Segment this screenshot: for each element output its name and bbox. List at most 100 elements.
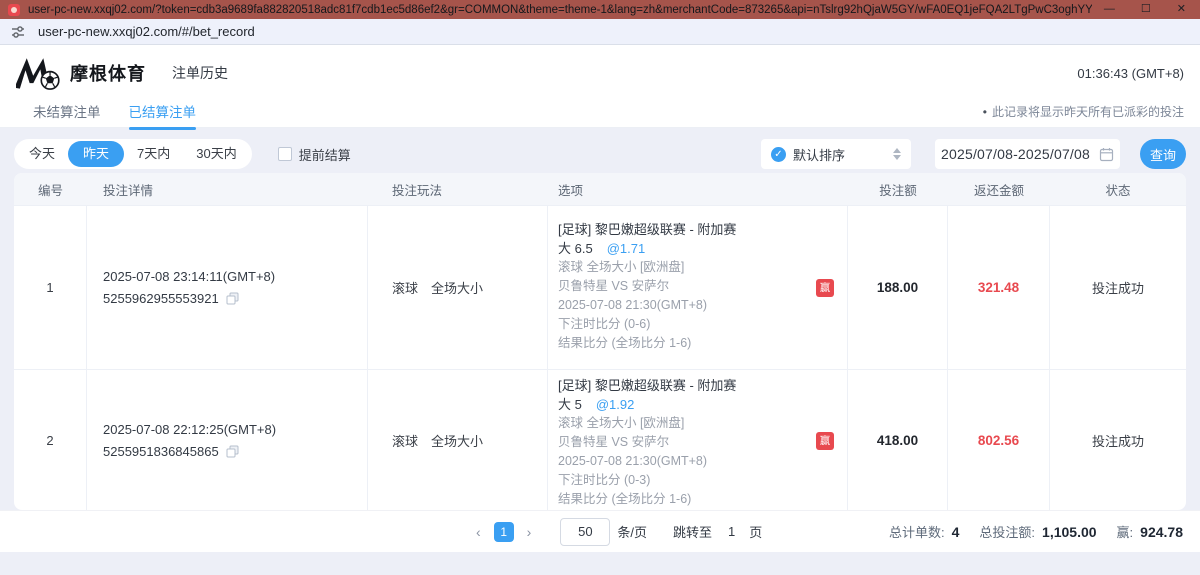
selection-market: 滚球 全场大小 [欧洲盘]	[558, 414, 684, 433]
copy-icon[interactable]	[226, 445, 239, 458]
selection-match: 贝鲁特星 VS 安萨尔	[558, 277, 669, 296]
range-7days-button[interactable]: 7天内	[124, 141, 183, 167]
cell-payout: 802.56	[948, 370, 1050, 510]
notice-text: 此记录将显示昨天所有已派彩的投注	[992, 105, 1184, 119]
browser-address-bar[interactable]: user-pc-new.xxqj02.com/#/bet_record	[0, 19, 1200, 45]
maximize-button[interactable]: ☐	[1141, 0, 1151, 19]
site-settings-icon[interactable]	[10, 24, 26, 40]
minimize-button[interactable]: —	[1104, 0, 1115, 19]
total-count-value: 4	[952, 524, 960, 540]
range-today-button[interactable]: 今天	[16, 141, 68, 167]
filter-bar: 今天 昨天 7天内 30天内 提前结算 ✓ 默认排序 2025/07/08-20…	[14, 139, 1186, 169]
brand-logo-icon	[16, 55, 62, 91]
range-30days-button[interactable]: 30天内	[183, 141, 249, 167]
per-page-label: 条/页	[617, 522, 647, 541]
record-notice: • 此记录将显示昨天所有已派彩的投注	[983, 101, 1184, 120]
sort-selected-label: 默认排序	[793, 145, 893, 164]
bet-time: 2025-07-08 23:14:11(GMT+8)	[103, 266, 275, 288]
selection-pick: 大 6.5	[558, 241, 593, 256]
summary-totals: 总计单数: 4 总投注额: 1,105.00 赢: 924.78	[889, 522, 1200, 541]
table-header-row: 编号 投注详情 投注玩法 选项 投注额 返还金额 状态	[14, 173, 1186, 205]
cell-stake: 188.00	[848, 206, 948, 369]
selection-match-time: 2025-07-08 21:30(GMT+8)	[558, 452, 707, 471]
win-badge: 赢	[816, 279, 834, 297]
cell-selection: [足球] 黎巴嫩超级联赛 - 附加赛 大 5 @1.92 滚球 全场大小 [欧洲盘…	[548, 370, 848, 510]
clock: 01:36:43 (GMT+8)	[1077, 66, 1184, 81]
selection-league: [足球] 黎巴嫩超级联赛 - 附加赛	[558, 376, 736, 395]
window-titlebar: user-pc-new.xxqj02.com/?token=cdb3a9689f…	[0, 0, 1200, 19]
cell-no: 2	[14, 370, 87, 510]
bet-id: 5255951836845865	[103, 441, 219, 463]
cell-payout: 321.48	[948, 206, 1050, 369]
col-header-payout: 返还金额	[948, 173, 1050, 205]
early-settlement-checkbox[interactable]	[278, 147, 292, 161]
col-header-play: 投注玩法	[368, 173, 548, 205]
site-favicon-icon	[8, 4, 20, 16]
cell-stake: 418.00	[848, 370, 948, 510]
cell-no: 1	[14, 206, 87, 369]
selection-market: 滚球 全场大小 [欧洲盘]	[558, 258, 684, 277]
table-row: 1 2025-07-08 23:14:11(GMT+8) 52559629555…	[14, 205, 1186, 369]
url-text[interactable]: user-pc-new.xxqj02.com/#/bet_record	[38, 24, 255, 39]
sort-carets-icon	[893, 148, 901, 160]
copy-icon[interactable]	[226, 292, 239, 305]
cell-play-type: 滚球 全场大小	[368, 370, 548, 510]
notice-bullet: •	[983, 105, 987, 119]
total-win-label: 赢:	[1117, 522, 1134, 541]
page-title: 注单历史	[172, 63, 228, 83]
col-header-detail: 投注详情	[87, 173, 368, 205]
total-count-label: 总计单数:	[889, 522, 945, 541]
range-yesterday-button[interactable]: 昨天	[68, 141, 124, 167]
app-header: 摩根体育 注单历史 01:36:43 (GMT+8)	[0, 45, 1200, 101]
tabs-row: 未结算注单 已结算注单 • 此记录将显示昨天所有已派彩的投注	[0, 101, 1200, 128]
col-header-status: 状态	[1050, 173, 1186, 205]
selection-league: [足球] 黎巴嫩超级联赛 - 附加赛	[558, 220, 736, 239]
window-title: user-pc-new.xxqj02.com/?token=cdb3a9689f…	[28, 4, 1092, 16]
close-button[interactable]: ✕	[1177, 0, 1186, 19]
search-button[interactable]: 查询	[1140, 139, 1186, 169]
current-page-button[interactable]: 1	[494, 522, 514, 542]
cell-status: 投注成功	[1050, 370, 1186, 510]
date-range-picker[interactable]: 2025/07/08-2025/07/08	[935, 139, 1120, 169]
selection-live-score: 下注时比分 (0-3)	[558, 471, 650, 490]
bet-record-table: 编号 投注详情 投注玩法 选项 投注额 返还金额 状态 1 2025-07-08…	[14, 173, 1186, 510]
selection-result-score: 结果比分 (全场比分 1-6)	[558, 334, 691, 353]
prev-page-icon[interactable]: ‹	[472, 524, 485, 540]
app-window: user-pc-new.xxqj02.com/?token=cdb3a9689f…	[0, 0, 1200, 575]
selection-match-time: 2025-07-08 21:30(GMT+8)	[558, 296, 707, 315]
jump-page-input[interactable]: 1	[728, 524, 735, 539]
selection-result-score: 结果比分 (全场比分 1-6)	[558, 490, 691, 509]
sort-select[interactable]: ✓ 默认排序	[761, 139, 911, 169]
pagination: ‹ 1 › 条/页 跳转至 1 页	[472, 518, 762, 546]
jump-to-label: 跳转至	[673, 522, 712, 541]
brand-name: 摩根体育	[70, 60, 146, 86]
next-page-icon[interactable]: ›	[523, 524, 536, 540]
win-badge: 赢	[816, 432, 834, 450]
date-range-value: 2025/07/08-2025/07/08	[941, 146, 1090, 162]
check-circle-icon: ✓	[771, 147, 786, 162]
col-header-stake: 投注额	[848, 173, 948, 205]
bet-time: 2025-07-08 22:12:25(GMT+8)	[103, 419, 276, 441]
page-unit-label: 页	[749, 522, 762, 541]
early-settlement-label: 提前结算	[299, 145, 351, 164]
col-header-no: 编号	[14, 173, 87, 205]
bet-id: 5255962955553921	[103, 288, 219, 310]
table-footer: ‹ 1 › 条/页 跳转至 1 页 总计单数: 4 总投注额: 1,105.00…	[0, 510, 1200, 552]
table-row: 2 2025-07-08 22:12:25(GMT+8) 52559518368…	[14, 369, 1186, 510]
selection-odds: @1.92	[596, 397, 635, 412]
tab-settled-bets[interactable]: 已结算注单	[129, 101, 197, 130]
selection-match: 贝鲁特星 VS 安萨尔	[558, 433, 669, 452]
cell-bet-detail: 2025-07-08 22:12:25(GMT+8) 5255951836845…	[87, 370, 368, 510]
selection-pick: 大 5	[558, 397, 582, 412]
tab-unsettled-bets[interactable]: 未结算注单	[33, 101, 101, 130]
page-size-input[interactable]	[560, 518, 610, 546]
total-win-value: 924.78	[1140, 524, 1183, 540]
early-settlement-filter: 提前结算	[278, 145, 351, 164]
cell-bet-detail: 2025-07-08 23:14:11(GMT+8) 5255962955553…	[87, 206, 368, 369]
cell-play-type: 滚球 全场大小	[368, 206, 548, 369]
col-header-selection: 选项	[548, 173, 848, 205]
quick-range-group: 今天 昨天 7天内 30天内	[14, 139, 252, 169]
selection-live-score: 下注时比分 (0-6)	[558, 315, 650, 334]
total-stake-value: 1,105.00	[1042, 524, 1097, 540]
cell-selection: [足球] 黎巴嫩超级联赛 - 附加赛 大 6.5@1.71 滚球 全场大小 [欧…	[548, 206, 848, 369]
